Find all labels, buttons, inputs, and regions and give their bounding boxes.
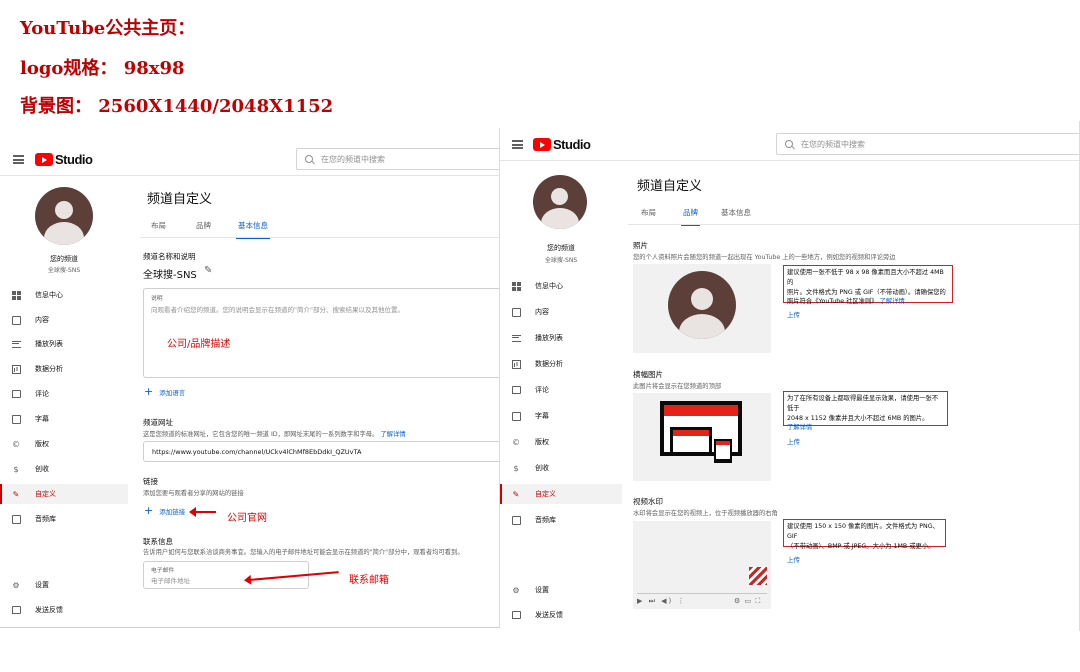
plus-icon: + — [144, 385, 154, 398]
annotation-official-site: 公司官网 — [227, 513, 267, 524]
annotation-arrow — [189, 507, 216, 517]
url-learn-more-link[interactable]: 了解详情 — [380, 431, 405, 438]
photo-avatar-preview — [668, 271, 736, 339]
main-branding: 频道自定义 布局 品牌 基本信息 照片 您的个人资料照片会随您的频道一起出现在 … — [500, 121, 1079, 631]
add-link-button[interactable]: + 添加链接 — [144, 505, 185, 516]
url-description: 这是您频道的标准网址，它包含您的唯一频道 ID，即网址末尾的一系列数字和字母。 … — [143, 431, 406, 438]
photo-learn-more-link[interactable]: 了解详情 — [880, 298, 905, 305]
name-section-heading: 频道名称和说明 — [143, 252, 196, 261]
description-textarea[interactable] — [143, 288, 499, 378]
player-controls: ▶ ⏭ ◀) ⋮ — [637, 597, 687, 605]
header-logo-spec: logo规格： 98x98 — [20, 58, 185, 79]
photo-section-heading: 照片 — [633, 241, 648, 250]
watermark-placeholder-icon — [749, 567, 767, 585]
url-value: https://www.youtube.com/channel/UCkv4lCh… — [152, 448, 362, 456]
photo-description: 您的个人资料照片会随您的频道一起出现在 YouTube 上的一些地方，例如您的视… — [633, 254, 896, 261]
contact-section-heading: 联系信息 — [143, 537, 173, 546]
watermark-section-heading: 视频水印 — [633, 497, 663, 506]
watermark-spec-box: 建议使用 150 x 150 像素的图片。文件格式为 PNG、GIF （不带动画… — [783, 519, 946, 550]
links-section-heading: 链接 — [143, 477, 158, 486]
plus-icon: + — [144, 504, 154, 517]
email-placeholder: 电子邮件地址 — [151, 577, 190, 585]
watermark-upload-button[interactable]: 上传 — [787, 554, 800, 564]
description-placeholder: 向观看者介绍您的频道。您的说明会显示在频道的"简介"部分、搜索结果以及其他位置。 — [151, 306, 404, 314]
banner-spec-box: 为了在所有设备上都取得最佳显示效果，请使用一张不低于 2048 x 1152 像… — [783, 391, 948, 431]
page-title: 频道自定义 — [147, 192, 213, 207]
photo-spec-box: 建议使用一张不低于 98 x 98 像素而且大小不超过 4MB 的 照片。文件格… — [783, 265, 953, 305]
tab-branding[interactable]: 品牌 — [196, 220, 211, 231]
channel-name-value: 全球搜-SNS — [143, 270, 197, 281]
page-title: 频道自定义 — [637, 179, 703, 194]
email-label: 电子邮件 — [151, 568, 175, 574]
annotation-brand-description: 公司/品牌描述 — [167, 339, 231, 350]
banner-upload-button[interactable]: 上传 — [787, 436, 800, 446]
header-banner-spec: 背景图： 2560X1440/2048X1152 — [20, 96, 334, 117]
watermark-description: 水印将会显示在您的视频上，位于视频播放器的右角 — [633, 510, 778, 517]
tab-layout[interactable]: 布局 — [641, 207, 656, 218]
watermark-player-preview — [633, 521, 771, 609]
add-language-button[interactable]: + 添加语言 — [144, 386, 185, 397]
tab-layout[interactable]: 布局 — [151, 220, 166, 231]
tab-basic-info[interactable]: 基本信息 — [236, 220, 270, 239]
contact-description: 告诉用户如何与您联系洽谈商务事宜。您输入的电子邮件地址可能会显示在频道的"简介"… — [143, 549, 464, 556]
url-section-heading: 频道网址 — [143, 418, 173, 427]
studio-screenshot-basic-info: Studio 在您的频道中搜索 您的频道 全球搜-SNS 信息中心 内容 播放列… — [0, 128, 500, 628]
annotation-contact-email: 联系邮箱 — [349, 575, 389, 586]
description-label: 说明 — [151, 296, 163, 302]
main-basic-info: 频道自定义 布局 品牌 基本信息 频道名称和说明 全球搜-SNS ✎ 说明 向观… — [0, 128, 499, 627]
links-description: 添加您要与观看者分享的网站的链接 — [143, 490, 244, 497]
tab-basic-info[interactable]: 基本信息 — [721, 207, 751, 218]
photo-upload-button[interactable]: 上传 — [787, 309, 800, 319]
tab-branding[interactable]: 品牌 — [681, 207, 700, 226]
banner-description: 此图片将会显示在您频道的顶部 — [633, 383, 722, 390]
studio-screenshot-branding: Studio 在您的频道中搜索 您的频道 全球搜-SNS 信息中心 内容 播放列… — [500, 121, 1080, 631]
edit-pencil-icon[interactable]: ✎ — [204, 265, 212, 276]
banner-section-heading: 横幅图片 — [633, 370, 663, 379]
header-title: YouTube公共主页： — [20, 18, 196, 39]
player-right-controls: ⚙ ▭ ⛶ — [734, 597, 762, 605]
banner-learn-more-link[interactable]: 了解详情 — [787, 423, 944, 433]
